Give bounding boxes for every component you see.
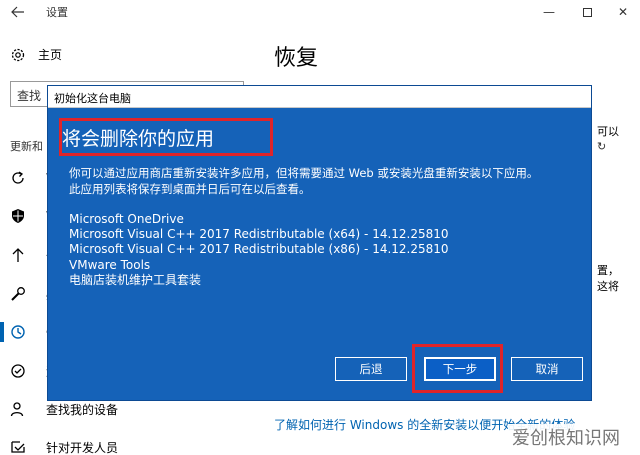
- minimize-icon: —: [543, 5, 555, 19]
- maximize-icon: [582, 7, 592, 17]
- page-title: 恢复: [274, 46, 319, 71]
- sidebar-item-label: 查找我的设备: [46, 402, 119, 417]
- back-step-button[interactable]: 后退: [335, 357, 407, 381]
- upload-arrow-icon: [10, 247, 26, 263]
- list-item: VMware Tools: [69, 257, 151, 272]
- sidebar-section-label: 更新和: [10, 140, 43, 153]
- sidebar-item-find-my-device[interactable]: 查找我的设备: [10, 399, 118, 419]
- dialog-title-bar: 初始化这台电脑: [48, 86, 591, 108]
- dialog-description-line: 此应用列表将保存到桌面并日后可在以后查看。: [69, 182, 311, 196]
- person-location-icon: [10, 401, 26, 417]
- minimize-button[interactable]: —: [530, 0, 568, 24]
- dialog-description-line: 你可以通过应用商店重新安装许多应用，但将需要通过 Web 或安装光盘重新安装以下…: [69, 166, 539, 180]
- sidebar-home[interactable]: 主页: [10, 46, 62, 63]
- active-indicator: [0, 322, 4, 342]
- main-text-fragment: ↻: [597, 140, 607, 153]
- app-title: 设置: [46, 6, 68, 19]
- history-icon: [10, 324, 26, 340]
- title-bar: 设置 — ✕: [0, 0, 640, 24]
- app-list: Microsoft OneDrive Microsoft Visual C++ …: [69, 212, 449, 288]
- main-text-fragment: 可以: [597, 125, 619, 138]
- maximize-button[interactable]: [568, 0, 606, 24]
- main-text-fragment: 这将: [597, 280, 619, 293]
- watermark: 爱创根知识网: [508, 424, 624, 450]
- sidebar-home-label: 主页: [38, 48, 63, 62]
- search-input-text: 查找: [17, 89, 42, 103]
- list-item: Microsoft OneDrive: [69, 212, 184, 226]
- developer-icon: [10, 439, 26, 455]
- cancel-button[interactable]: 取消: [511, 357, 583, 381]
- close-icon: ✕: [617, 5, 629, 19]
- dialog-title: 初始化这台电脑: [54, 92, 131, 105]
- back-button[interactable]: [8, 2, 28, 22]
- list-item: Microsoft Visual C++ 2017 Redistributabl…: [69, 242, 449, 257]
- next-button[interactable]: 下一步: [424, 357, 496, 381]
- gear-icon: [10, 47, 26, 63]
- back-arrow-icon: [11, 6, 24, 18]
- sidebar-item-label: 针对开发人员: [46, 440, 119, 455]
- reset-pc-dialog: 初始化这台电脑 将会删除你的应用 你可以通过应用商店重新安装许多应用，但将需要通…: [47, 85, 592, 401]
- shield-icon: [10, 208, 26, 224]
- close-button[interactable]: ✕: [604, 0, 640, 24]
- wrench-icon: [10, 286, 26, 302]
- heading-highlight-box: [59, 118, 273, 156]
- dialog-description: 你可以通过应用商店重新安装许多应用，但将需要通过 Web 或安装光盘重新安装以下…: [69, 165, 579, 197]
- sidebar-item-for-developers[interactable]: 针对开发人员: [10, 437, 118, 455]
- list-item: 电脑店装机维护工具套装: [69, 272, 202, 287]
- main-text-fragment: 置，: [597, 264, 619, 277]
- check-circle-icon: [10, 363, 26, 379]
- list-item: Microsoft Visual C++ 2017 Redistributabl…: [69, 227, 449, 242]
- refresh-icon: [10, 170, 26, 186]
